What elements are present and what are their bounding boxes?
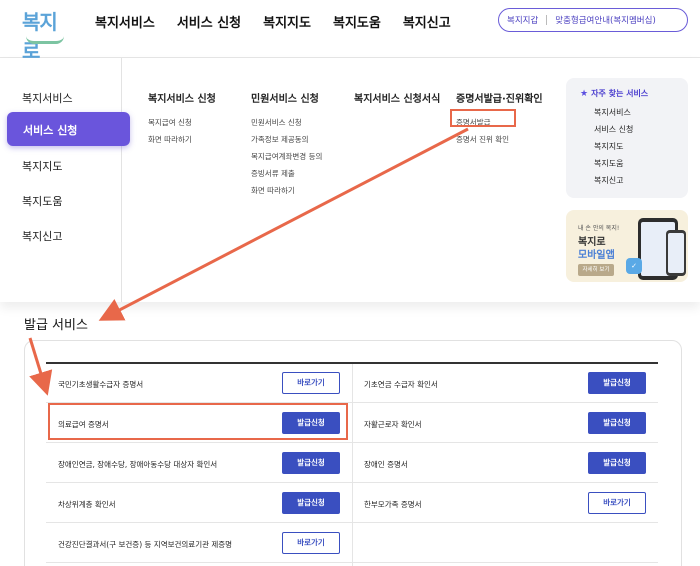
sidebar-item-welfare-service[interactable]: 복지서비스	[22, 90, 73, 106]
nav-welfare-service[interactable]: 복지서비스	[95, 12, 155, 31]
nav-welfare-help[interactable]: 복지도움	[333, 12, 381, 31]
menu-link-account-change[interactable]: 복지급여계좌변경 등의	[251, 151, 322, 161]
table-row: 자활근로자 확인서 발급신청	[352, 404, 658, 443]
go-button[interactable]: 바로가기	[282, 532, 340, 554]
issue-button[interactable]: 발급신청	[282, 492, 340, 514]
table-row: 기초연금 수급자 확인서 발급신청	[352, 364, 658, 403]
menu-column-welfare-apply: 복지서비스 신청 복지급여 신청 화면 따라하기	[148, 90, 216, 151]
certificate-label: 국민기초생활수급자 증명서	[58, 380, 144, 389]
util-links: 복지지갑 맞춤형급여안내(복지멤버십)	[498, 8, 688, 32]
menu-column-forms: 복지서비스 신청서식	[354, 90, 440, 117]
faq-item[interactable]: 복지지도	[594, 141, 688, 151]
sidebar-item-welfare-help[interactable]: 복지도움	[22, 193, 62, 209]
certificate-label: 건강진단결과서(구 보건증) 등 지역보건의료기관 제증명	[58, 540, 233, 549]
phone-illustration-icon	[666, 230, 686, 276]
sidebar-item-service-apply-active[interactable]: 서비스 신청	[7, 112, 130, 146]
highlight-certificate-issue	[450, 109, 516, 127]
menu-link-civil-apply[interactable]: 민원서비스 신청	[251, 117, 322, 127]
app-banner-subtitle: 모바일앱	[578, 250, 615, 261]
benefit-guide-link[interactable]: 맞춤형급여안내(복지멤버십)	[547, 14, 663, 26]
issue-button[interactable]: 발급신청	[588, 412, 646, 434]
table-row: 장애인 증명서 발급신청	[352, 444, 658, 483]
issue-button[interactable]: 발급신청	[282, 452, 340, 474]
faq-item[interactable]: 복지서비스	[594, 107, 688, 117]
menu-link-guide[interactable]: 화면 따라하기	[148, 134, 216, 144]
faq-item[interactable]: 복지도움	[594, 158, 688, 168]
menu-column-civil-apply: 민원서비스 신청 민원서비스 신청 가족정보 제공동의 복지급여계좌변경 등의 …	[251, 90, 322, 202]
app-badge-icon: ✓	[626, 258, 642, 274]
sidebar-item-welfare-map[interactable]: 복지지도	[22, 158, 62, 174]
app-banner-tagline: 내 손 안의 복지!	[578, 225, 620, 232]
column-title[interactable]: 복지서비스 신청서식	[354, 90, 440, 105]
faq-item[interactable]: 복지신고	[594, 175, 688, 185]
table-row-empty	[352, 524, 658, 563]
sidebar-item-welfare-report[interactable]: 복지신고	[22, 228, 62, 244]
mobile-app-banner[interactable]: 내 손 안의 복지! 복지로 모바일앱 자세히 보기 ✓	[566, 210, 688, 282]
star-icon: ★	[580, 89, 589, 99]
table-row: 국민기초생활수급자 증명서 바로가기	[46, 364, 352, 403]
certificate-label: 기초연금 수급자 확인서	[364, 380, 438, 389]
nav-welfare-map[interactable]: 복지지도	[263, 12, 311, 31]
app-detail-button[interactable]: 자세히 보기	[578, 264, 614, 276]
menu-link-document-submit[interactable]: 증빙서류 제출	[251, 168, 322, 178]
page: 복지로 복지서비스 서비스 신청 복지지도 복지도움 복지신고 복지지갑 맞춤형…	[0, 0, 700, 566]
table-row: 장애인연금, 장애수당, 장애아동수당 대상자 확인서 발급신청	[46, 444, 352, 483]
nav-service-apply[interactable]: 서비스 신청	[177, 12, 241, 31]
go-button[interactable]: 바로가기	[282, 372, 340, 394]
menu-link-guide[interactable]: 화면 따라하기	[251, 185, 322, 195]
faq-panel: ★ 자주 찾는 서비스 복지서비스 서비스 신청 복지지도 복지도움 복지신고	[566, 78, 688, 198]
mega-menu: 복지서비스 복지지도 복지도움 복지신고 서비스 신청 복지서비스 신청 복지급…	[0, 58, 700, 302]
issue-button[interactable]: 발급신청	[588, 372, 646, 394]
highlight-medical-certificate-row	[48, 403, 348, 440]
global-nav: 복지서비스 서비스 신청 복지지도 복지도움 복지신고	[95, 12, 473, 31]
column-title[interactable]: 민원서비스 신청	[251, 90, 322, 105]
table-row: 건강진단결과서(구 보건증) 등 지역보건의료기관 제증명 바로가기	[46, 524, 352, 563]
faq-title-text: 자주 찾는 서비스	[591, 89, 649, 98]
logo-swoosh-icon	[26, 36, 64, 44]
certificate-label: 장애인연금, 장애수당, 장애아동수당 대상자 확인서	[58, 460, 218, 469]
nav-welfare-report[interactable]: 복지신고	[403, 12, 451, 31]
logo-text: 복지로	[22, 10, 58, 63]
table-row: 한부모가족 증명서 바로가기	[352, 484, 658, 523]
menu-link-family-consent[interactable]: 가족정보 제공동의	[251, 134, 322, 144]
go-button[interactable]: 바로가기	[588, 492, 646, 514]
column-title[interactable]: 증명서발급·진위확인	[456, 90, 543, 105]
menu-link-benefit-apply[interactable]: 복지급여 신청	[148, 117, 216, 127]
column-title[interactable]: 복지서비스 신청	[148, 90, 216, 105]
faq-title: ★ 자주 찾는 서비스	[580, 88, 688, 99]
menu-link-certificate-verify[interactable]: 증명서 진위 확인	[456, 134, 543, 144]
table-row: 차상위계층 확인서 발급신청	[46, 484, 352, 523]
faq-item[interactable]: 서비스 신청	[594, 124, 688, 134]
certificate-label: 차상위계층 확인서	[58, 500, 116, 509]
certificate-label: 한부모가족 증명서	[364, 500, 422, 509]
mega-sidebar: 복지서비스 복지지도 복지도움 복지신고	[0, 58, 122, 302]
site-logo[interactable]: 복지로	[22, 6, 74, 63]
certificate-label: 자활근로자 확인서	[364, 420, 422, 429]
section-title: 발급 서비스	[24, 318, 88, 333]
phone-screen	[668, 233, 684, 273]
welfare-wallet-link[interactable]: 복지지갑	[499, 14, 546, 26]
issue-button[interactable]: 발급신청	[588, 452, 646, 474]
certificate-label: 장애인 증명서	[364, 460, 408, 469]
site-header: 복지로 복지서비스 서비스 신청 복지지도 복지도움 복지신고 복지지갑 맞춤형…	[0, 0, 700, 63]
